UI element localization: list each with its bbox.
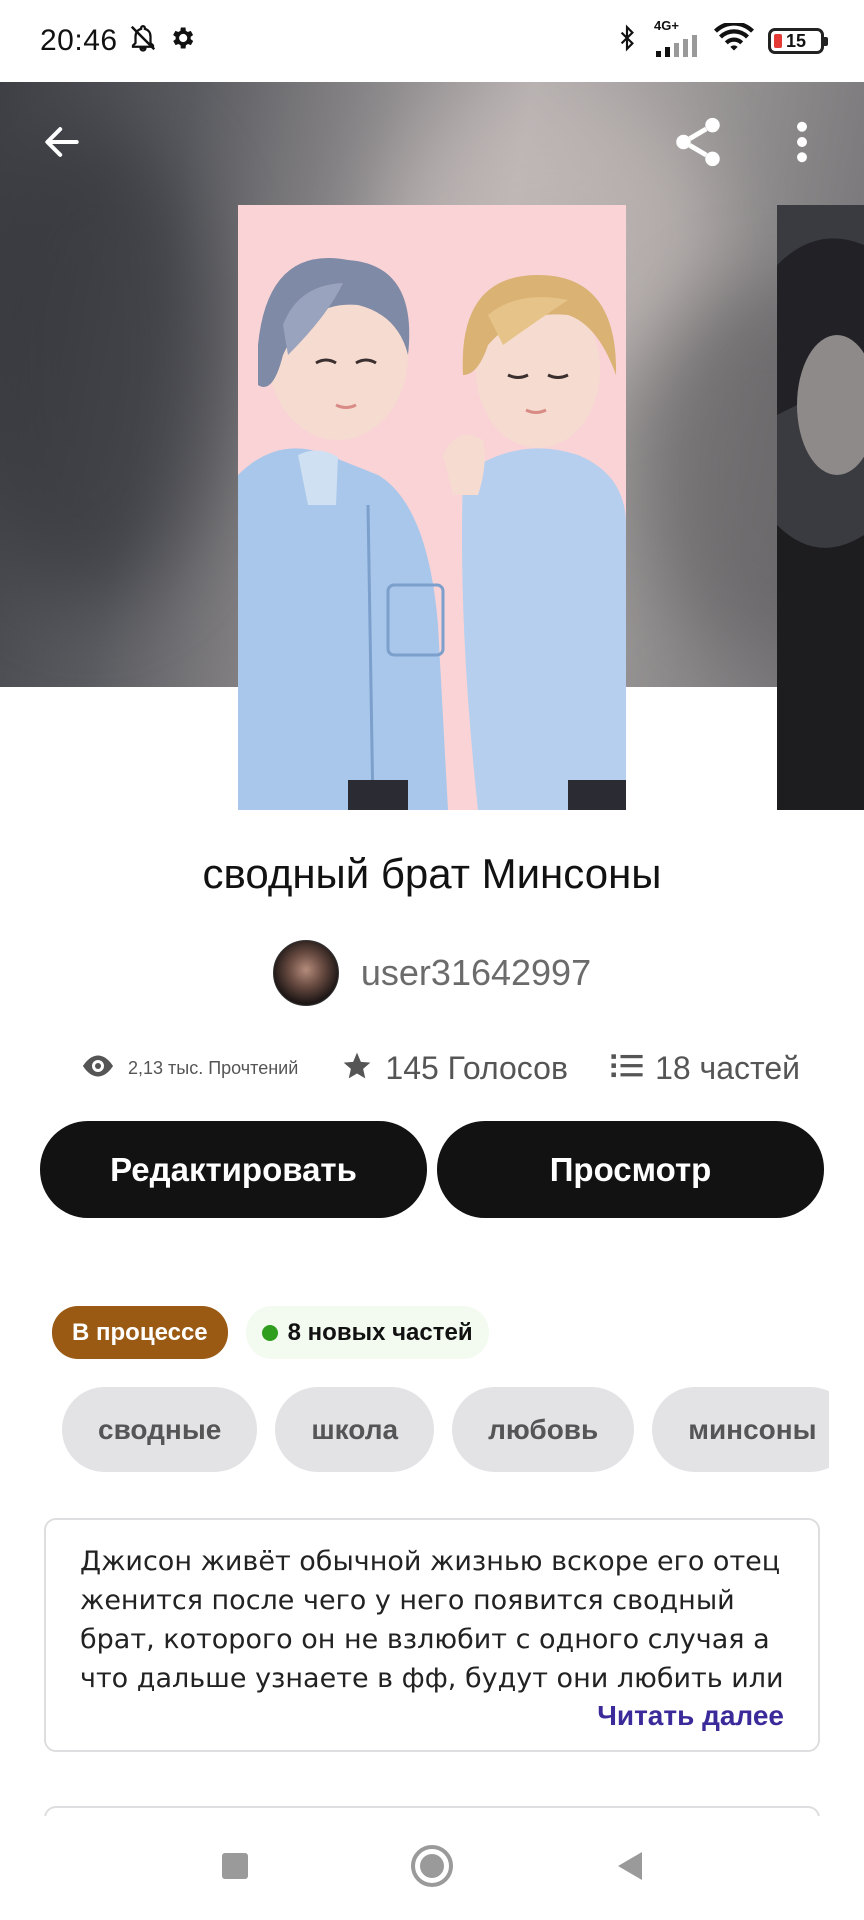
share-icon[interactable]: [666, 110, 730, 174]
wifi-icon: [714, 20, 754, 60]
description-card: Джисон живёт обычной жизнью вскоре его о…: [44, 1518, 820, 1752]
story-status-row: В процессе 8 новых частей: [52, 1306, 489, 1359]
more-vert-icon[interactable]: [770, 110, 834, 174]
parts-stat: 18 частей: [611, 1050, 800, 1087]
bluetooth-icon: [614, 23, 640, 60]
back-nav-icon[interactable]: [614, 1850, 644, 1887]
tag-chip[interactable]: минсоны: [652, 1387, 829, 1472]
new-parts-label: 8 новых частей: [287, 1318, 473, 1346]
story-stats: 2,13 тыс. Прочтений 145 Голосов 18 часте…: [80, 1040, 800, 1096]
tag-chip[interactable]: сводные: [62, 1387, 258, 1472]
battery-level: 15: [785, 30, 807, 51]
new-dot-icon: [261, 1324, 278, 1341]
read-more-link[interactable]: Читать далее: [597, 1700, 784, 1732]
network-type: 4G+: [654, 17, 679, 33]
action-buttons: Редактировать Просмотр: [40, 1121, 824, 1218]
votes-count: 145 Голосов: [385, 1049, 568, 1086]
votes-stat: 145 Голосов: [341, 1050, 568, 1087]
settings-icon: [168, 24, 196, 59]
bell-off-icon: [128, 23, 158, 60]
description-text: Джисон живёт обычной жизнью вскоре его о…: [80, 1546, 784, 1694]
eye-icon: [80, 1053, 116, 1084]
tag-chip[interactable]: школа: [275, 1387, 435, 1472]
reads-stat: 2,13 тыс. Прочтений: [80, 1053, 298, 1084]
star-icon: [341, 1050, 373, 1087]
status-time: 20:46: [40, 24, 118, 57]
story-title: сводный брат Минсоны: [202, 850, 662, 897]
reads-count: 2,13 тыс. Прочтений: [128, 1057, 299, 1078]
adjacent-story-cover[interactable]: [777, 205, 864, 810]
battery-icon: 15: [768, 28, 828, 54]
home-icon[interactable]: [410, 1844, 454, 1893]
story-cover[interactable]: [238, 205, 626, 810]
author-row[interactable]: user31642997: [0, 940, 864, 1006]
system-nav-bar: [0, 1816, 864, 1920]
new-parts-badge: 8 новых частей: [245, 1306, 489, 1359]
signal-icon: [654, 32, 700, 64]
recents-icon[interactable]: [220, 1851, 250, 1886]
status-bar: 20:46 4G+ 15: [0, 0, 864, 82]
parts-count: 18 частей: [655, 1049, 800, 1086]
status-badge: В процессе: [52, 1306, 228, 1359]
tag-list: сводные школа любовь минсоны: [62, 1387, 829, 1472]
tag-chip[interactable]: любовь: [452, 1387, 635, 1472]
avatar[interactable]: [272, 940, 339, 1006]
list-icon: [611, 1053, 643, 1084]
back-arrow-icon[interactable]: [30, 110, 94, 174]
app-bar: [0, 82, 864, 202]
author-name[interactable]: user31642997: [361, 952, 591, 994]
edit-button[interactable]: Редактировать: [40, 1121, 427, 1218]
preview-button[interactable]: Просмотр: [437, 1121, 824, 1218]
